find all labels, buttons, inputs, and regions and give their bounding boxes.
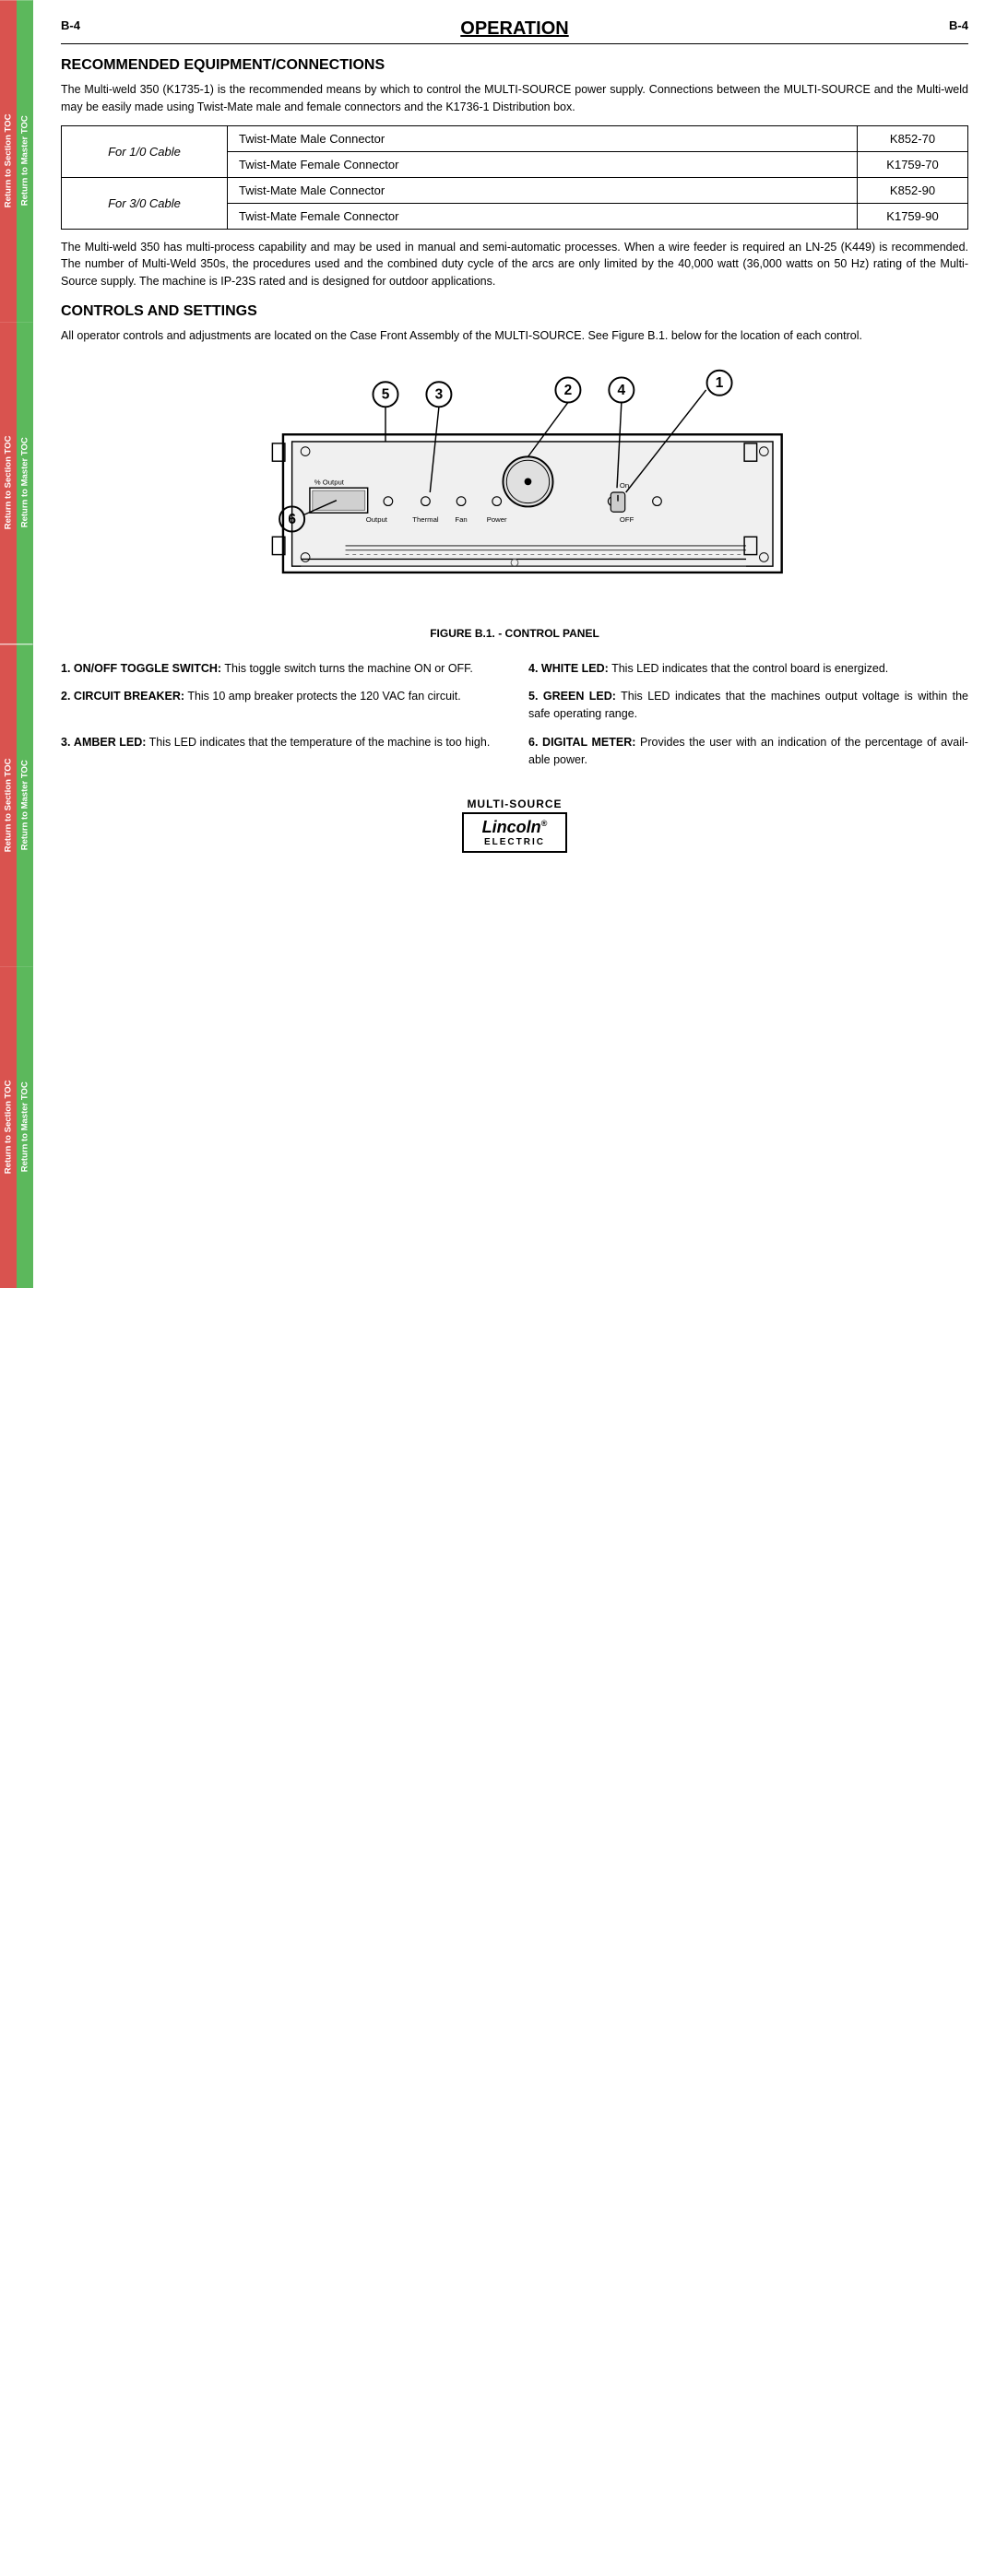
control-item-4: 4. WHITE LED: This LED indicates that th… <box>528 660 968 678</box>
page-title: OPERATION <box>99 18 931 40</box>
control-1-desc: This toggle switch turns the machine ON … <box>224 662 473 675</box>
registered-mark: ® <box>541 819 548 828</box>
control-2-term: CIRCUIT BREAKER: <box>74 690 184 703</box>
control-4-desc: This LED indicates that the control boar… <box>611 662 888 675</box>
section1-heading: RECOMMENDED EQUIPMENT/CONNECTIONS <box>61 57 968 74</box>
control-panel-figure: % Output Output Thermal Fan Power On <box>201 363 828 621</box>
control-3-number: 3. <box>61 736 70 749</box>
section1-intro: The Multi-weld 350 (K1735-1) is the reco… <box>61 81 968 116</box>
control-item-5: 5. GREEN LED: This LED indicates that th… <box>528 688 968 723</box>
part-30-female: K1759-90 <box>858 203 968 229</box>
table-row: For 1/0 Cable Twist-Mate Male Connector … <box>62 125 968 151</box>
connector-table: For 1/0 Cable Twist-Mate Male Connector … <box>61 125 968 230</box>
figure-container: % Output Output Thermal Fan Power On <box>61 363 968 651</box>
sidebar-tab-master-2[interactable]: Return to Master TOC <box>17 322 33 644</box>
left-sidebar: Return to Section TOC Return to Master T… <box>0 0 33 1288</box>
lincoln-name: Lincoln® <box>482 818 548 837</box>
page-number-right: B-4 <box>949 18 968 32</box>
sidebar-tab-master-4[interactable]: Return to Master TOC <box>17 966 33 1288</box>
control-4-term: WHITE LED: <box>541 662 609 675</box>
page-header: B-4 OPERATION B-4 <box>61 18 968 40</box>
svg-text:Power: Power <box>487 514 507 523</box>
control-item-1: 1. ON/OFF TOGGLE SWITCH: This toggle swi… <box>61 660 501 678</box>
svg-text:1: 1 <box>716 375 724 391</box>
control-item-2: 2. CIRCUIT BREAKER: This 10 amp breaker … <box>61 688 501 723</box>
sidebar-tab-section-3[interactable]: Return to Section TOC <box>0 644 17 966</box>
connector-30-male: Twist-Mate Male Connector <box>228 177 858 203</box>
svg-text:Fan: Fan <box>455 514 467 523</box>
cable-label-30: For 3/0 Cable <box>62 177 228 229</box>
title-divider <box>61 43 968 44</box>
svg-text:Thermal: Thermal <box>412 514 439 523</box>
section2-body: All operator controls and adjustments ar… <box>61 327 968 345</box>
svg-text:6: 6 <box>288 511 296 526</box>
control-3-term: AMBER LED: <box>74 736 146 749</box>
svg-text:On: On <box>620 481 629 490</box>
control-4-number: 4. <box>528 662 538 675</box>
svg-text:3: 3 <box>435 386 444 402</box>
controls-list: 1. ON/OFF TOGGLE SWITCH: This toggle swi… <box>61 660 968 780</box>
connector-10-female: Twist-Mate Female Connector <box>228 151 858 177</box>
svg-text:4: 4 <box>618 382 626 397</box>
control-5-number: 5. <box>528 690 538 703</box>
section1-body: The Multi-weld 350 has multi-process cap… <box>61 239 968 290</box>
control-1-number: 1. <box>61 662 70 675</box>
control-5-term: GREEN LED: <box>543 690 616 703</box>
page-number-left: B-4 <box>61 18 80 32</box>
section2-heading: CONTROLS AND SETTINGS <box>61 303 968 320</box>
svg-text:OFF: OFF <box>620 514 634 523</box>
sidebar-tab-section-2[interactable]: Return to Section TOC <box>0 322 17 644</box>
control-1-term: ON/OFF TOGGLE SWITCH: <box>74 662 221 675</box>
control-2-desc: This 10 amp breaker protects the 120 VAC… <box>187 690 460 703</box>
sidebar-tab-master-1[interactable]: Return to Master TOC <box>17 0 33 322</box>
control-2-number: 2. <box>61 690 70 703</box>
lincoln-box: Lincoln® ELECTRIC <box>462 812 568 853</box>
part-10-female: K1759-70 <box>858 151 968 177</box>
svg-text:5: 5 <box>382 386 390 402</box>
svg-text:Output: Output <box>366 514 388 523</box>
part-10-male: K852-70 <box>858 125 968 151</box>
part-30-male: K852-90 <box>858 177 968 203</box>
connector-10-male: Twist-Mate Male Connector <box>228 125 858 151</box>
cable-label-10: For 1/0 Cable <box>62 125 228 177</box>
control-6-number: 6. <box>528 736 538 749</box>
lincoln-sub: ELECTRIC <box>482 837 548 847</box>
sidebar-tab-section-4[interactable]: Return to Section TOC <box>0 966 17 1288</box>
figure-caption: FIGURE B.1. - CONTROL PANEL <box>430 627 599 640</box>
svg-text:% Output: % Output <box>314 478 345 486</box>
connector-30-female: Twist-Mate Female Connector <box>228 203 858 229</box>
table-row: For 3/0 Cable Twist-Mate Male Connector … <box>62 177 968 203</box>
control-item-6: 6. DIGITAL METER: Provides the user with… <box>528 734 968 769</box>
sidebar-tab-master-3[interactable]: Return to Master TOC <box>17 644 33 966</box>
control-3-desc: This LED indicates that the temperature … <box>149 736 491 749</box>
footer-logo: MULTI-SOURCE Lincoln® ELECTRIC <box>61 798 968 853</box>
control-6-term: DIGITAL METER: <box>542 736 635 749</box>
control-item-3: 3. AMBER LED: This LED indicates that th… <box>61 734 501 769</box>
svg-text:2: 2 <box>564 382 573 397</box>
brand-name: MULTI-SOURCE <box>467 798 562 810</box>
sidebar-tab-section-1[interactable]: Return to Section TOC <box>0 0 17 322</box>
